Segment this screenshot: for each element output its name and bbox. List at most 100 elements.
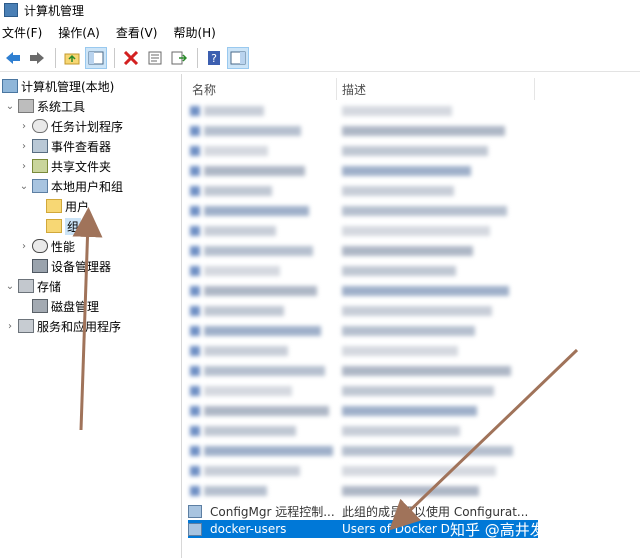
blurred-text: [342, 426, 460, 436]
menu-action[interactable]: 操作(A): [58, 24, 100, 41]
blurred-text: [204, 166, 305, 176]
column-header-name[interactable]: 名称: [192, 78, 216, 100]
blurred-row: [190, 344, 530, 358]
delete-button[interactable]: [120, 47, 142, 69]
blurred-row: [190, 304, 530, 318]
column-divider[interactable]: [336, 78, 337, 100]
blurred-text: [342, 186, 454, 196]
blurred-text: [342, 406, 477, 416]
properties-icon: [148, 51, 162, 64]
menu-file[interactable]: 文件(F): [2, 24, 42, 41]
show-action-pane-button[interactable]: [227, 46, 249, 69]
tree-item-storage[interactable]: ⌄ 存储: [4, 276, 61, 296]
local-users-icon: [32, 179, 48, 193]
toolbar-separator: [55, 47, 56, 68]
forward-button[interactable]: [26, 47, 48, 69]
group-icon: [188, 504, 202, 518]
blurred-text: [342, 446, 513, 456]
blurred-row: [190, 204, 530, 218]
collapse-icon[interactable]: ⌄: [18, 181, 30, 192]
computer-icon: [2, 79, 18, 93]
blurred-text: [204, 206, 309, 216]
up-folder-button[interactable]: [61, 47, 83, 69]
tree-label: 服务和应用程序: [37, 319, 122, 334]
tree-item-shared-folders[interactable]: › 共享文件夹: [18, 156, 111, 176]
console-tree: 计算机管理(本地) ⌄ 系统工具 › 任务计划程序 › 事件查看器 › 共享文件…: [0, 74, 182, 558]
blurred-text: [204, 126, 301, 136]
blurred-text: [204, 406, 329, 416]
expand-icon[interactable]: ›: [18, 141, 30, 152]
tree-item-system-tools[interactable]: ⌄ 系统工具: [4, 96, 85, 116]
window-title: 计算机管理: [24, 3, 85, 18]
blurred-icon: [190, 246, 200, 256]
blurred-icon: [190, 226, 200, 236]
arrow-right-icon: [30, 51, 44, 64]
blurred-icon: [190, 466, 200, 476]
tree-root[interactable]: 计算机管理(本地): [0, 76, 114, 96]
blurred-text: [342, 126, 505, 136]
arrow-left-icon: [6, 51, 20, 64]
blurred-text: [204, 326, 321, 336]
tree-item-local-users-groups[interactable]: ⌄ 本地用户和组: [18, 176, 123, 196]
blurred-row: [190, 104, 530, 118]
tools-icon: [18, 99, 34, 113]
blurred-text: [342, 166, 471, 176]
tree-item-services-apps[interactable]: › 服务和应用程序: [4, 316, 121, 336]
folder-icon: [46, 219, 62, 233]
tree-label: 用户: [65, 199, 90, 214]
menu-view[interactable]: 查看(V): [116, 24, 158, 41]
properties-button[interactable]: [144, 47, 166, 69]
blurred-text: [204, 466, 300, 476]
blurred-row: [190, 484, 530, 498]
blurred-icon: [190, 266, 200, 276]
export-button[interactable]: [168, 47, 190, 69]
performance-icon: [32, 239, 48, 253]
blurred-row: [190, 384, 530, 398]
tree-label: 组: [65, 217, 82, 235]
blurred-icon: [190, 406, 200, 416]
show-hide-tree-button[interactable]: [85, 46, 107, 69]
event-viewer-icon: [32, 139, 48, 153]
expand-icon[interactable]: ›: [18, 161, 30, 172]
row-name: docker-users: [210, 522, 287, 536]
folder-up-icon: [64, 53, 80, 64]
blurred-row: [190, 164, 530, 178]
tree-item-disk-management[interactable]: 磁盘管理: [30, 296, 99, 316]
list-row[interactable]: ConfigMgr 远程控制... 此组的成员可以使用 Configurat..…: [188, 502, 528, 520]
clock-icon: [32, 119, 48, 133]
column-header-description[interactable]: 描述: [342, 78, 366, 100]
blurred-text: [204, 146, 268, 156]
tree-label: 磁盘管理: [51, 299, 100, 314]
blurred-icon: [190, 486, 200, 496]
column-divider[interactable]: [534, 78, 535, 100]
red-x-icon: [123, 50, 139, 65]
row-description: Users of Docker D: [342, 522, 450, 536]
blurred-row: [190, 284, 530, 298]
help-button[interactable]: ?: [203, 47, 225, 69]
blurred-text: [204, 426, 296, 436]
expand-icon[interactable]: ›: [4, 321, 16, 332]
tree-item-groups[interactable]: 组: [44, 216, 82, 236]
back-button[interactable]: [2, 47, 24, 69]
blurred-text: [204, 486, 267, 496]
expand-icon[interactable]: ›: [18, 241, 30, 252]
collapse-icon[interactable]: ⌄: [4, 101, 16, 112]
blurred-row: [190, 184, 530, 198]
blurred-text: [204, 386, 292, 396]
tree-item-performance[interactable]: › 性能: [18, 236, 75, 256]
row-description: 此组的成员可以使用 Configurat...: [342, 504, 529, 519]
blurred-text: [342, 266, 456, 276]
blurred-icon: [190, 366, 200, 376]
tree-item-task-scheduler[interactable]: › 任务计划程序: [18, 116, 123, 136]
expand-icon[interactable]: ›: [18, 121, 30, 132]
tree-item-event-viewer[interactable]: › 事件查看器: [18, 136, 111, 156]
blurred-icon: [190, 326, 200, 336]
svg-text:?: ?: [211, 52, 217, 65]
blurred-row: [190, 264, 530, 278]
menu-help[interactable]: 帮助(H): [173, 24, 215, 41]
tree-item-device-manager[interactable]: 设备管理器: [30, 256, 111, 276]
collapse-icon[interactable]: ⌄: [4, 281, 16, 292]
tree-label: 存储: [37, 279, 62, 294]
blurred-text: [204, 226, 276, 236]
tree-item-users[interactable]: 用户: [44, 196, 89, 216]
